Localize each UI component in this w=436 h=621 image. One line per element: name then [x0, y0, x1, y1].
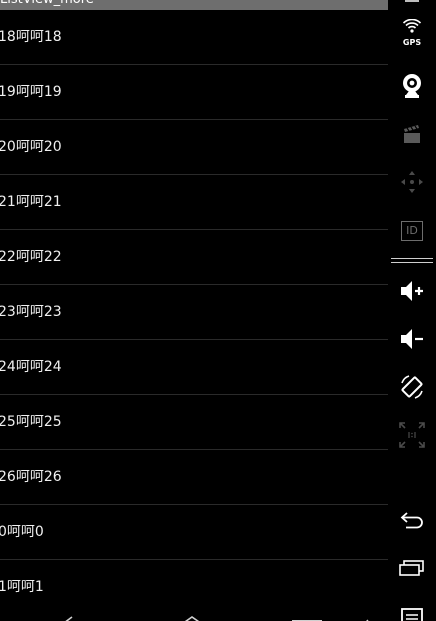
list-item[interactable]: 19呵呵19 — [0, 65, 388, 120]
title-bar: ListView_more — [0, 0, 388, 10]
camera-button[interactable] — [388, 66, 436, 106]
list-item-label: 21呵呵21 — [0, 194, 62, 210]
recent-apps-button[interactable] — [388, 548, 436, 588]
dpad-button[interactable] — [388, 162, 436, 202]
scale-button[interactable] — [388, 415, 436, 455]
list-item-label: 1呵呵1 — [0, 579, 44, 595]
recent-apps-icon — [399, 560, 424, 576]
list-item-label: 25呵呵25 — [0, 414, 62, 430]
list-item[interactable]: 1呵呵1 — [0, 560, 388, 615]
list-item-label: 0呵呵0 — [0, 524, 44, 540]
power-icon[interactable] — [405, 0, 419, 4]
list-item[interactable]: 25呵呵25 — [0, 395, 388, 450]
menu-icon — [401, 608, 423, 621]
list-item-label: 20呵呵20 — [0, 139, 62, 155]
menu-button[interactable] — [388, 600, 436, 621]
list-item-label: 23呵呵23 — [0, 304, 62, 320]
app-title: ListView_more — [0, 0, 94, 9]
id-icon: ID — [401, 221, 423, 241]
scale-icon — [399, 422, 425, 448]
gps-label: GPS — [402, 38, 422, 47]
list-item[interactable]: 20呵呵20 — [0, 120, 388, 175]
list-view[interactable]: 18呵呵18 19呵呵19 20呵呵20 21呵呵21 22呵呵22 23呵呵2… — [0, 10, 388, 615]
nav-back-icon[interactable] — [62, 615, 76, 621]
volume-up-button[interactable] — [388, 271, 436, 311]
list-item-label: 22呵呵22 — [0, 249, 62, 265]
app-window: ListView_more 18呵呵18 19呵呵19 20呵呵20 21呵呵2… — [0, 0, 388, 621]
device-id-button[interactable]: ID — [388, 211, 436, 251]
list-item[interactable]: 18呵呵18 — [0, 10, 388, 65]
list-item[interactable]: 21呵呵21 — [0, 175, 388, 230]
list-item[interactable]: 23呵呵23 — [0, 285, 388, 340]
emulator-screen: ListView_more 18呵呵18 19呵呵19 20呵呵20 21呵呵2… — [0, 0, 436, 621]
list-item[interactable]: 24呵呵24 — [0, 340, 388, 395]
back-button[interactable] — [388, 500, 436, 540]
video-clapper-icon — [404, 125, 420, 143]
emulator-side-panel: GPS ID — [388, 0, 436, 621]
rotate-icon — [401, 375, 423, 399]
list-item[interactable]: 26呵呵26 — [0, 450, 388, 505]
list-item[interactable]: 22呵呵22 — [0, 230, 388, 285]
list-item-label: 19呵呵19 — [0, 84, 62, 100]
panel-divider — [391, 258, 433, 263]
camera-icon — [403, 74, 421, 98]
system-nav-bar — [0, 611, 388, 621]
list-item-label: 18呵呵18 — [0, 29, 62, 45]
back-icon — [400, 512, 423, 529]
list-item[interactable]: 0呵呵0 — [0, 505, 388, 560]
list-item-label: 24呵呵24 — [0, 359, 62, 375]
rotate-button[interactable] — [388, 367, 436, 407]
dpad-icon — [401, 171, 423, 193]
gps-icon — [402, 19, 422, 33]
volume-down-button[interactable] — [388, 319, 436, 359]
volume-up-icon — [401, 281, 423, 301]
screen-record-button[interactable] — [388, 114, 436, 154]
list-item-label: 26呵呵26 — [0, 469, 62, 485]
nav-home-icon[interactable] — [180, 616, 204, 621]
volume-down-icon — [401, 329, 423, 349]
